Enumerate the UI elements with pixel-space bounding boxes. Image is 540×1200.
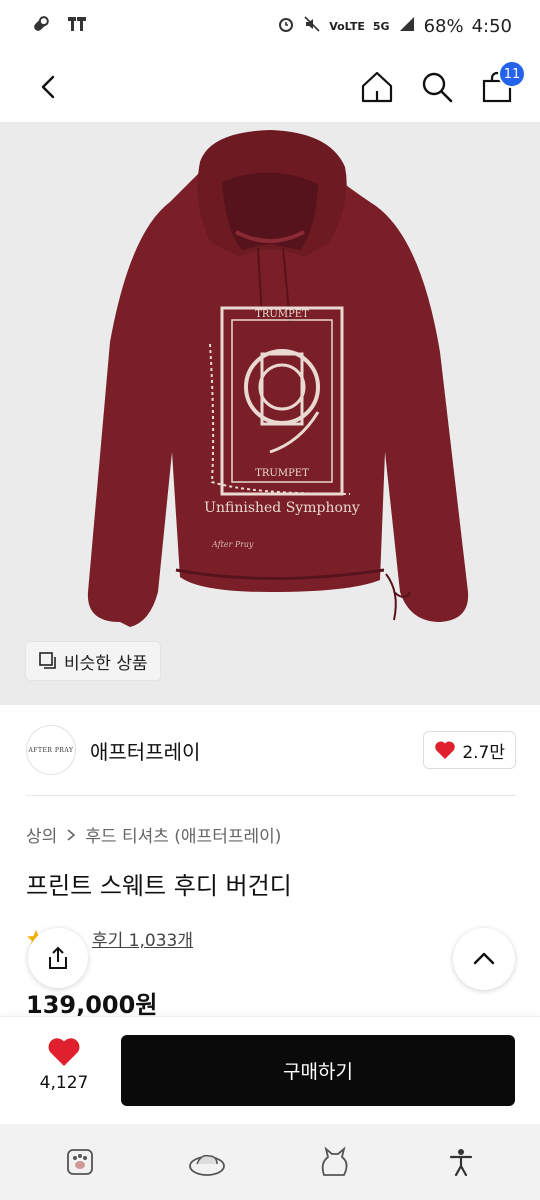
heart-icon [435,741,456,759]
divider [26,795,516,796]
review-link[interactable]: 후기 1,033개 [92,926,193,951]
accessibility-icon [449,1149,472,1177]
search-icon [422,72,453,103]
breadcrumb-category[interactable]: 상의 [26,822,57,847]
scroll-to-top-button[interactable] [453,928,515,990]
copy-icon [39,652,56,669]
mute-icon [303,15,321,38]
breadcrumb: 상의 후드 티셔츠 (애프터프레이) [26,822,281,847]
search-button[interactable] [418,68,456,106]
product-image[interactable]: TRUMPET TRUMPET Unfinished Symphony Afte… [0,122,540,705]
share-button[interactable] [28,928,88,988]
product-price: 139,000원 [26,991,158,1019]
bottom-action-bar: 4,127 구매하기 [0,1016,540,1124]
home-button[interactable] [358,68,396,106]
chevron-right-icon [67,828,76,841]
top-navigation: 11 [0,52,540,122]
cart-button[interactable]: 11 [478,60,526,106]
buy-button[interactable]: 구매하기 [121,1035,515,1106]
print-top-text: TRUMPET [255,309,309,320]
similar-products-button[interactable]: 비슷한 상품 [26,642,160,680]
nav-actions: 11 [358,60,526,106]
status-right: VoLTE 5G 68% 4:50 [277,15,512,38]
home-icon [361,71,393,103]
status-bar: VoLTE 5G 68% 4:50 [0,0,540,52]
network-indicator: 5G [372,19,390,33]
product-like-button[interactable]: 4,127 [28,1037,100,1093]
print-caption-text: Unfinished Symphony [204,500,360,516]
cat-bed-app-button[interactable] [185,1140,229,1184]
status-left [30,13,88,40]
share-icon [49,946,67,969]
brand-logo: AFTER PRAY [26,725,76,775]
back-button[interactable] [30,68,68,106]
alarm-icon [277,15,295,38]
chevron-up-icon [473,952,495,965]
heart-icon [48,1038,80,1066]
volte-indicator: VoLTE [329,19,365,33]
paw-app-button[interactable] [58,1140,102,1184]
cat-bed-icon [188,1154,225,1176]
cat-icon [321,1146,347,1176]
similar-products-label: 비슷한 상품 [64,653,148,674]
cart-count-badge: 11 [498,60,526,88]
brand-info[interactable]: AFTER PRAY 애프터프레이 [26,725,200,775]
signature-text: After Pray [211,540,254,549]
signal-icon [398,15,416,38]
paw-icon [66,1149,93,1175]
battery-level: 68% [423,15,464,37]
accessibility-button[interactable] [439,1140,483,1184]
brand-name: 애프터프레이 [90,739,201,764]
clock: 4:50 [471,15,512,37]
breadcrumb-subcategory[interactable]: 후드 티셔츠 (애프터프레이) [85,822,281,847]
product-like-count: 4,127 [39,1073,89,1093]
brand-like-button[interactable]: 2.7만 [423,731,516,769]
brand-like-count: 2.7만 [462,742,505,763]
chevron-left-icon [41,75,55,99]
print-bottom-text: TRUMPET [255,468,309,479]
system-navigation-bar [0,1124,540,1200]
app-notification-icon [66,13,88,40]
hoodie-illustration: TRUMPET TRUMPET Unfinished Symphony Afte… [87,130,469,627]
cat-app-button[interactable] [312,1140,356,1184]
link-icon [30,13,52,40]
product-title: 프린트 스웨트 후디 버건디 [26,872,292,900]
brand-row: AFTER PRAY 애프터프레이 2.7만 [26,722,516,778]
